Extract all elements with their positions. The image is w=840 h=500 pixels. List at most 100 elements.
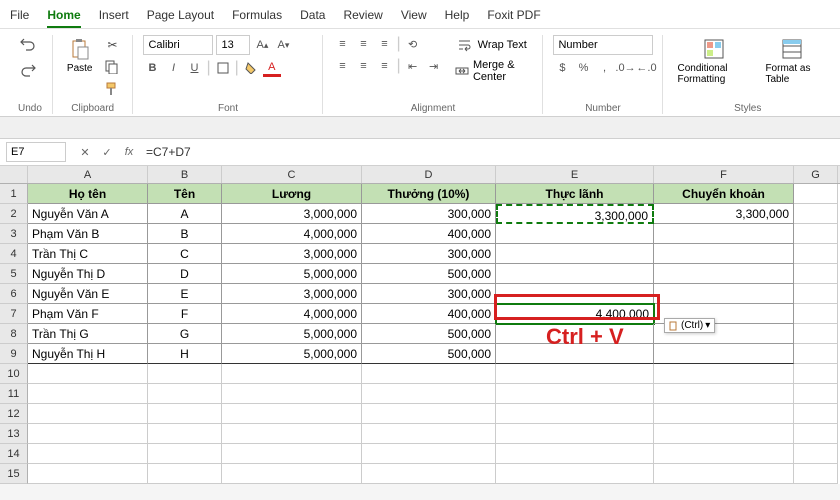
cell-F13[interactable]	[654, 424, 794, 444]
cell-A13[interactable]	[28, 424, 148, 444]
cell-E15[interactable]	[496, 464, 654, 484]
cell-D8[interactable]: 500,000	[362, 324, 496, 344]
cell-F9[interactable]	[654, 344, 794, 364]
cell-G15[interactable]	[794, 464, 838, 484]
row-header[interactable]: 10	[0, 364, 28, 384]
italic-button[interactable]: I	[164, 59, 182, 77]
menu-page-layout[interactable]: Page Layout	[147, 4, 214, 28]
cell-G3[interactable]	[794, 224, 838, 244]
cell-D5[interactable]: 500,000	[362, 264, 496, 284]
row-header[interactable]: 1	[0, 184, 28, 204]
cell-A12[interactable]	[28, 404, 148, 424]
col-header-B[interactable]: B	[148, 166, 222, 183]
decrease-decimal-icon[interactable]: ←.0	[637, 59, 655, 77]
decrease-font-icon[interactable]: A▾	[274, 36, 292, 54]
row-header[interactable]: 12	[0, 404, 28, 424]
cell-A1[interactable]: Họ tên	[28, 184, 148, 204]
cell-C4[interactable]: 3,000,000	[222, 244, 362, 264]
cell-F3[interactable]	[654, 224, 794, 244]
cell-D4[interactable]: 300,000	[362, 244, 496, 264]
align-center-icon[interactable]: ≡	[354, 57, 372, 75]
paste-options-tag[interactable]: (Ctrl)▾	[664, 318, 715, 333]
cell-D6[interactable]: 300,000	[362, 284, 496, 304]
cell-B15[interactable]	[148, 464, 222, 484]
cell-B11[interactable]	[148, 384, 222, 404]
cell-A2[interactable]: Nguyễn Văn A	[28, 204, 148, 224]
cell-E10[interactable]	[496, 364, 654, 384]
row-header[interactable]: 4	[0, 244, 28, 264]
redo-icon[interactable]	[18, 61, 38, 81]
font-size-select[interactable]	[216, 35, 250, 55]
increase-indent-icon[interactable]: ⇥	[425, 57, 443, 75]
cell-F11[interactable]	[654, 384, 794, 404]
cell-F1[interactable]: Chuyển khoản	[654, 184, 794, 204]
cell-C15[interactable]	[222, 464, 362, 484]
cell-C2[interactable]: 3,000,000	[222, 204, 362, 224]
comma-icon[interactable]: ,	[595, 59, 613, 77]
cell-D2[interactable]: 300,000	[362, 204, 496, 224]
cell-C5[interactable]: 5,000,000	[222, 264, 362, 284]
cell-G8[interactable]	[794, 324, 838, 344]
cell-E5[interactable]	[496, 264, 654, 284]
col-header-D[interactable]: D	[362, 166, 496, 183]
cell-D10[interactable]	[362, 364, 496, 384]
cell-A5[interactable]: Nguyễn Thị D	[28, 264, 148, 284]
cell-A7[interactable]: Phạm Văn F	[28, 304, 148, 324]
formula-input[interactable]	[140, 142, 834, 162]
align-right-icon[interactable]: ≡	[375, 57, 393, 75]
cell-C3[interactable]: 4,000,000	[222, 224, 362, 244]
cell-B3[interactable]: B	[148, 224, 222, 244]
menu-view[interactable]: View	[401, 4, 427, 28]
cell-B8[interactable]: G	[148, 324, 222, 344]
border-button[interactable]	[214, 59, 232, 77]
cell-C13[interactable]	[222, 424, 362, 444]
format-painter-icon[interactable]	[102, 79, 122, 99]
cell-E4[interactable]	[496, 244, 654, 264]
cell-B10[interactable]	[148, 364, 222, 384]
menu-formulas[interactable]: Formulas	[232, 4, 282, 28]
cell-C14[interactable]	[222, 444, 362, 464]
cell-G5[interactable]	[794, 264, 838, 284]
font-name-select[interactable]	[143, 35, 213, 55]
row-header[interactable]: 11	[0, 384, 28, 404]
cell-F12[interactable]	[654, 404, 794, 424]
cell-B12[interactable]	[148, 404, 222, 424]
cell-G9[interactable]	[794, 344, 838, 364]
cell-D11[interactable]	[362, 384, 496, 404]
cell-E12[interactable]	[496, 404, 654, 424]
cell-G1[interactable]	[794, 184, 838, 204]
orientation-icon[interactable]: ⟲	[404, 35, 422, 53]
cell-G4[interactable]	[794, 244, 838, 264]
cell-B13[interactable]	[148, 424, 222, 444]
cell-F2[interactable]: 3,300,000	[654, 204, 794, 224]
row-header[interactable]: 5	[0, 264, 28, 284]
cell-E6[interactable]	[496, 284, 654, 304]
cell-D7[interactable]: 400,000	[362, 304, 496, 324]
cell-G2[interactable]	[794, 204, 838, 224]
cell-E8[interactable]	[496, 324, 654, 344]
cell-C7[interactable]: 4,000,000	[222, 304, 362, 324]
cell-E2[interactable]: 3,300,000	[496, 204, 654, 224]
row-header[interactable]: 3	[0, 224, 28, 244]
cell-D15[interactable]	[362, 464, 496, 484]
merge-center-button[interactable]: Merge & Center	[455, 59, 533, 83]
col-header-E[interactable]: E	[496, 166, 654, 183]
font-color-button[interactable]: A	[263, 59, 281, 77]
row-header[interactable]: 13	[0, 424, 28, 444]
fx-icon[interactable]: fx	[120, 143, 138, 161]
cell-C10[interactable]	[222, 364, 362, 384]
decrease-indent-icon[interactable]: ⇤	[404, 57, 422, 75]
cell-D12[interactable]	[362, 404, 496, 424]
menu-insert[interactable]: Insert	[99, 4, 129, 28]
cell-D9[interactable]: 500,000	[362, 344, 496, 364]
menu-review[interactable]: Review	[343, 4, 382, 28]
cell-F5[interactable]	[654, 264, 794, 284]
cell-E11[interactable]	[496, 384, 654, 404]
cell-A6[interactable]: Nguyễn Văn E	[28, 284, 148, 304]
menu-help[interactable]: Help	[445, 4, 470, 28]
cell-G7[interactable]	[794, 304, 838, 324]
number-format-select[interactable]	[553, 35, 653, 55]
cell-A14[interactable]	[28, 444, 148, 464]
cell-A3[interactable]: Phạm Văn B	[28, 224, 148, 244]
cell-A8[interactable]: Trần Thị G	[28, 324, 148, 344]
